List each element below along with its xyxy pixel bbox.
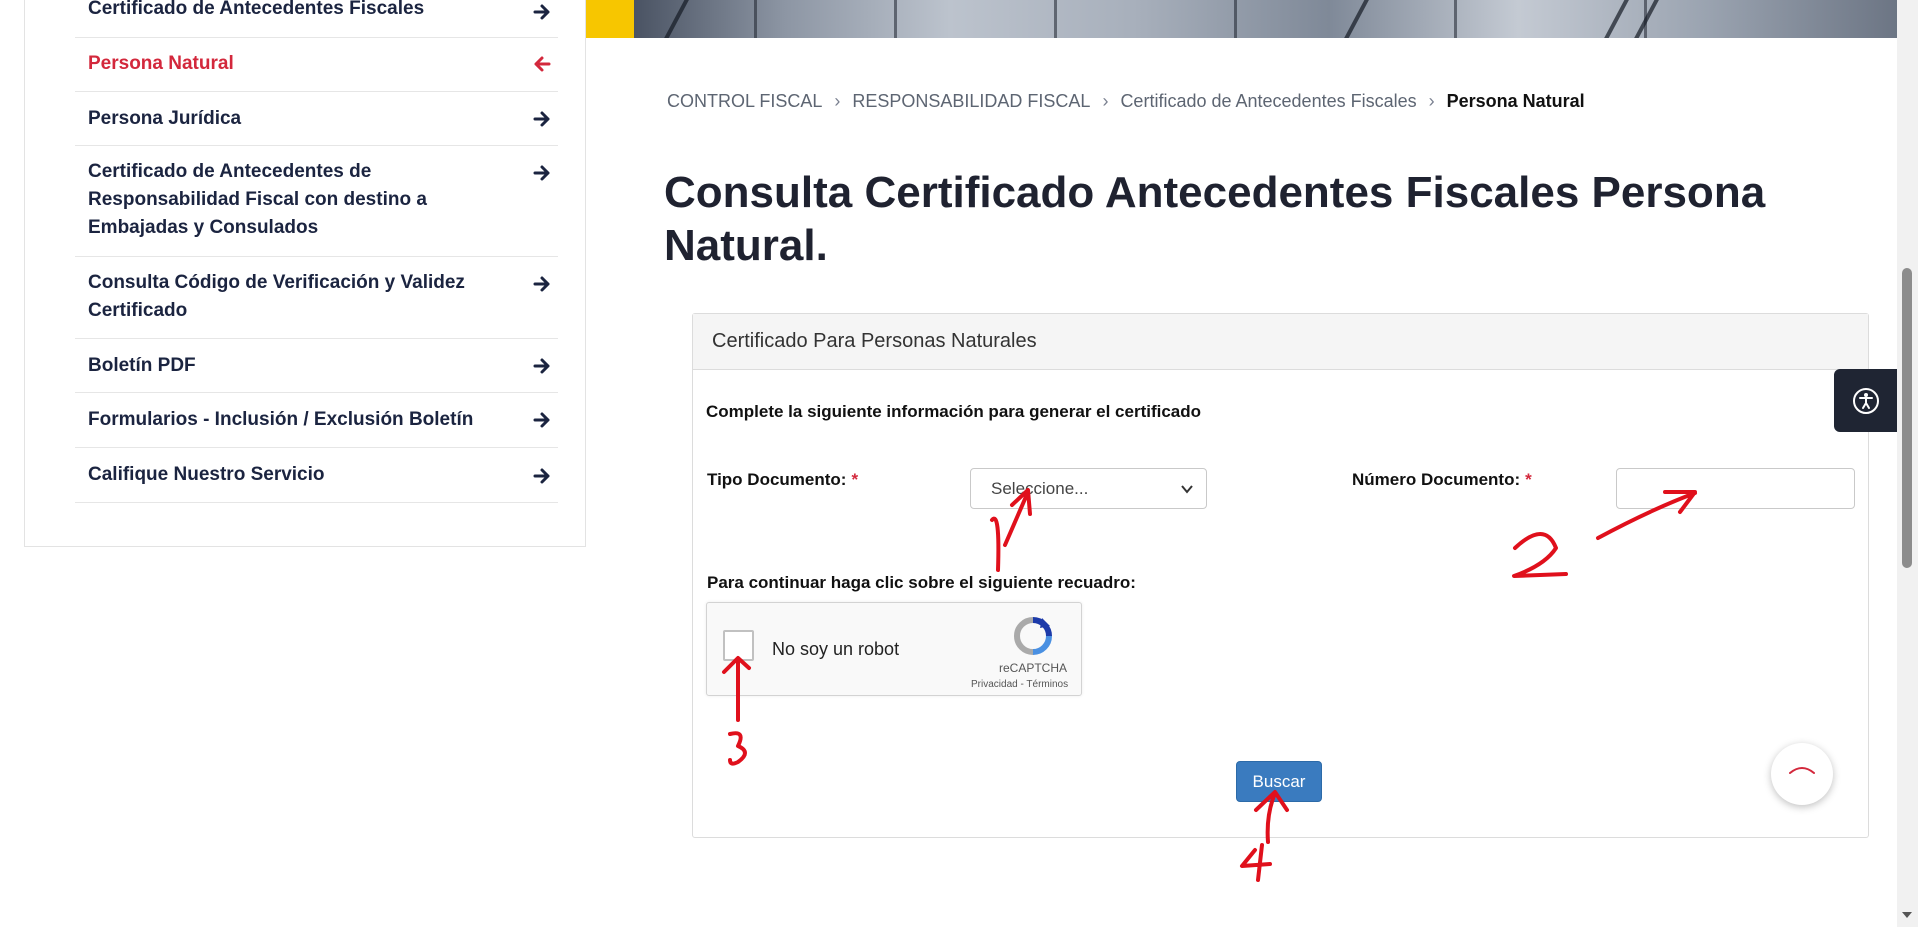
recaptcha-checkbox[interactable] — [723, 630, 754, 661]
sidebar-item-certificado-antecedentes[interactable]: Certificado de Antecedentes Fiscales — [75, 0, 558, 38]
sidebar-item-label: Formularios - Inclusión / Exclusión Bole… — [88, 409, 474, 430]
sidebar-item-boletin-pdf[interactable]: Boletín PDF — [75, 339, 558, 393]
tipo-documento-value: Seleccione... — [991, 479, 1089, 498]
certificate-form-panel: Certificado Para Personas Naturales Comp… — [692, 313, 1869, 838]
scrollbar-thumb[interactable] — [1902, 268, 1912, 568]
sidebar-item-codigo-verificacion[interactable]: Consulta Código de Verificación y Valide… — [75, 257, 558, 339]
recaptcha-links[interactable]: Privacidad - Términos — [971, 679, 1068, 690]
required-mark: * — [1525, 470, 1532, 489]
chevron-up-icon — [1789, 767, 1815, 774]
breadcrumb-link[interactable]: CONTROL FISCAL — [667, 91, 822, 111]
breadcrumb-separator: › — [1428, 91, 1435, 111]
header-yellow-band — [580, 0, 635, 38]
arrow-right-icon — [533, 468, 550, 484]
sidebar-item-califique[interactable]: Califique Nuestro Servicio — [75, 448, 558, 503]
page-scrollbar[interactable] — [1897, 0, 1918, 927]
breadcrumb-link[interactable]: RESPONSABILIDAD FISCAL — [852, 91, 1090, 111]
numero-documento-label: Número Documento: * — [1352, 470, 1532, 489]
accessibility-icon — [1853, 388, 1879, 414]
breadcrumb-current: Persona Natural — [1446, 91, 1585, 111]
tipo-documento-label: Tipo Documento: * — [707, 470, 859, 489]
arrow-right-icon — [533, 165, 550, 181]
recaptcha-widget: No soy un robot reCAPTCHA Privacidad - T… — [706, 602, 1082, 696]
recaptcha-brand: reCAPTCHA — [999, 661, 1068, 675]
buscar-button[interactable]: Buscar — [1236, 761, 1322, 802]
sidebar-item-label: Certificado de Antecedentes de Responsab… — [88, 161, 427, 238]
arrow-left-icon — [534, 56, 551, 72]
chevron-down-icon — [1181, 485, 1193, 494]
arrow-right-icon — [533, 412, 550, 428]
page-title: Consulta Certificado Antecedentes Fiscal… — [664, 168, 1766, 270]
scroll-top-button[interactable] — [1771, 743, 1833, 805]
recaptcha-label: No soy un robot — [772, 639, 900, 659]
sidebar-item-label: Persona Natural — [88, 53, 234, 74]
arrow-right-icon — [533, 358, 550, 374]
sidebar-item-label: Boletín PDF — [88, 355, 196, 376]
accessibility-button[interactable] — [1834, 369, 1898, 432]
numero-documento-input[interactable] — [1616, 468, 1855, 509]
captcha-prompt: Para continuar haga clic sobre el siguie… — [707, 573, 1136, 592]
sidebar-item-persona-natural[interactable]: Persona Natural — [75, 38, 558, 92]
sidebar-menu: Certificado de Antecedentes Fiscales Per… — [75, 0, 558, 503]
sidebar-item-persona-juridica[interactable]: Persona Jurídica — [75, 92, 558, 146]
arrow-right-icon — [533, 276, 550, 292]
annotation-number-4 — [1240, 843, 1272, 882]
form-instructions: Complete la siguiente información para g… — [706, 402, 1202, 421]
required-mark: * — [851, 470, 859, 489]
breadcrumb-link[interactable]: Certificado de Antecedentes Fiscales — [1120, 91, 1416, 111]
tipo-documento-select[interactable]: Seleccione... — [970, 468, 1207, 509]
arrow-right-icon — [533, 4, 550, 20]
arrow-right-icon — [533, 111, 550, 127]
sidebar-item-label: Califique Nuestro Servicio — [88, 464, 325, 485]
breadcrumb-separator: › — [1102, 91, 1109, 111]
breadcrumb-separator: › — [834, 91, 841, 111]
panel-title: Certificado Para Personas Naturales — [693, 314, 1868, 370]
header-building-image — [634, 0, 1897, 38]
sidebar-item-embajadas-consulados[interactable]: Certificado de Antecedentes de Responsab… — [75, 146, 558, 257]
recaptcha-logo-icon — [1014, 617, 1052, 655]
breadcrumb: CONTROL FISCAL › RESPONSABILIDAD FISCAL › Ce… — [667, 91, 1585, 112]
scroll-down-arrow[interactable] — [1902, 912, 1912, 918]
sidebar-item-label: Persona Jurídica — [88, 108, 242, 129]
sidebar-item-label: Certificado de Antecedentes Fiscales — [88, 0, 425, 19]
sidebar-item-formularios[interactable]: Formularios - Inclusión / Exclusión Bole… — [75, 393, 558, 448]
sidebar-item-label: Consulta Código de Verificación y Valide… — [88, 272, 465, 321]
